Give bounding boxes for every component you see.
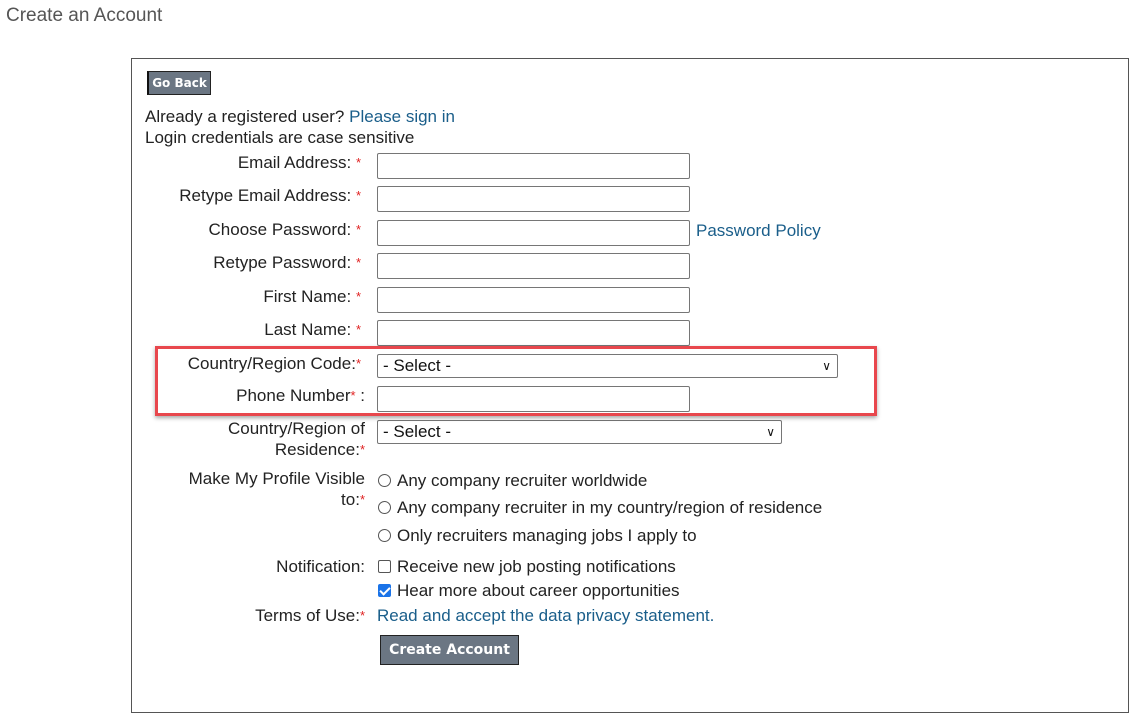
- page-title: Create an Account: [6, 5, 163, 26]
- password-policy-link[interactable]: Password Policy: [696, 221, 821, 241]
- checkbox-checked-icon[interactable]: [378, 584, 391, 597]
- registered-user-line: Already a registered user? Please sign i…: [145, 107, 455, 127]
- retype-email-label: Retype Email Address: *: [179, 186, 361, 205]
- highlight-box: [155, 346, 877, 416]
- privacy-statement-link[interactable]: Read and accept the data privacy stateme…: [377, 606, 714, 626]
- sign-in-link[interactable]: Please sign in: [349, 107, 455, 126]
- notify-new-jobs-checkbox[interactable]: Receive new job posting notifications: [378, 557, 676, 577]
- visibility-option-country[interactable]: Any company recruiter in my country/regi…: [378, 498, 822, 518]
- radio-icon[interactable]: [378, 474, 391, 487]
- retype-email-input[interactable]: [377, 186, 690, 212]
- residence-value: - Select -: [383, 422, 452, 441]
- password-label: Choose Password: *: [208, 220, 361, 239]
- visibility-option-applied-jobs[interactable]: Only recruiters managing jobs I apply to: [378, 526, 697, 546]
- password-input[interactable]: [377, 220, 690, 246]
- registered-prompt: Already a registered user?: [145, 107, 345, 126]
- notification-label: Notification:: [276, 557, 365, 576]
- career-opportunities-checkbox[interactable]: Hear more about career opportunities: [378, 581, 680, 601]
- email-input[interactable]: [377, 153, 690, 179]
- first-name-input[interactable]: [377, 287, 690, 313]
- first-name-label: First Name: *: [263, 287, 361, 306]
- go-back-button[interactable]: Go Back: [147, 71, 211, 95]
- retype-password-label: Retype Password: *: [213, 253, 361, 272]
- radio-icon[interactable]: [378, 529, 391, 542]
- last-name-input[interactable]: [377, 320, 690, 346]
- case-sensitive-note: Login credentials are case sensitive: [145, 128, 415, 147]
- radio-icon[interactable]: [378, 501, 391, 514]
- checkbox-icon[interactable]: [378, 560, 391, 573]
- visibility-option-worldwide[interactable]: Any company recruiter worldwide: [378, 471, 647, 491]
- visibility-label: Make My Profile Visible to:*: [188, 469, 365, 509]
- residence-select[interactable]: - Select - ∨: [377, 420, 782, 444]
- residence-label: Country/Region of Residence:*: [227, 419, 365, 459]
- chevron-down-icon: ∨: [766, 425, 775, 439]
- terms-label: Terms of Use:*: [255, 606, 365, 625]
- email-label: Email Address: *: [237, 153, 361, 172]
- retype-password-input[interactable]: [377, 253, 690, 279]
- last-name-label: Last Name: *: [264, 320, 361, 339]
- create-account-button[interactable]: Create Account: [380, 635, 519, 665]
